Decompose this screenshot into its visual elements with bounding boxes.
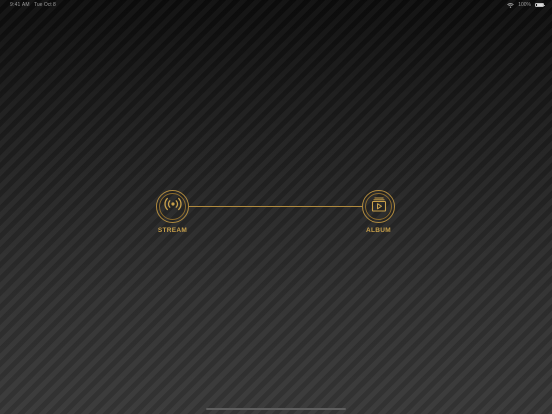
- wifi-icon: [507, 2, 514, 8]
- stream-label[interactable]: STREAM: [143, 227, 203, 234]
- status-date: Tue Oct 8: [34, 2, 56, 8]
- battery-percent: 100%: [518, 2, 531, 8]
- status-indicators: 100%: [507, 2, 545, 9]
- album-play-icon: [371, 197, 387, 217]
- status-time: 9:41 AM: [10, 2, 30, 8]
- stream-button-inner-ring: [159, 193, 186, 220]
- album-button[interactable]: [362, 190, 395, 223]
- album-label[interactable]: ALBUM: [349, 227, 409, 234]
- status-bar: 9:41 AM Tue Oct 8 100%: [0, 0, 552, 10]
- battery-icon: [535, 2, 545, 8]
- connection-line: [189, 206, 363, 208]
- stream-button[interactable]: [156, 190, 189, 223]
- album-button-inner-ring: [365, 193, 392, 220]
- broadcast-icon: [163, 197, 183, 216]
- home-indicator[interactable]: [206, 407, 346, 410]
